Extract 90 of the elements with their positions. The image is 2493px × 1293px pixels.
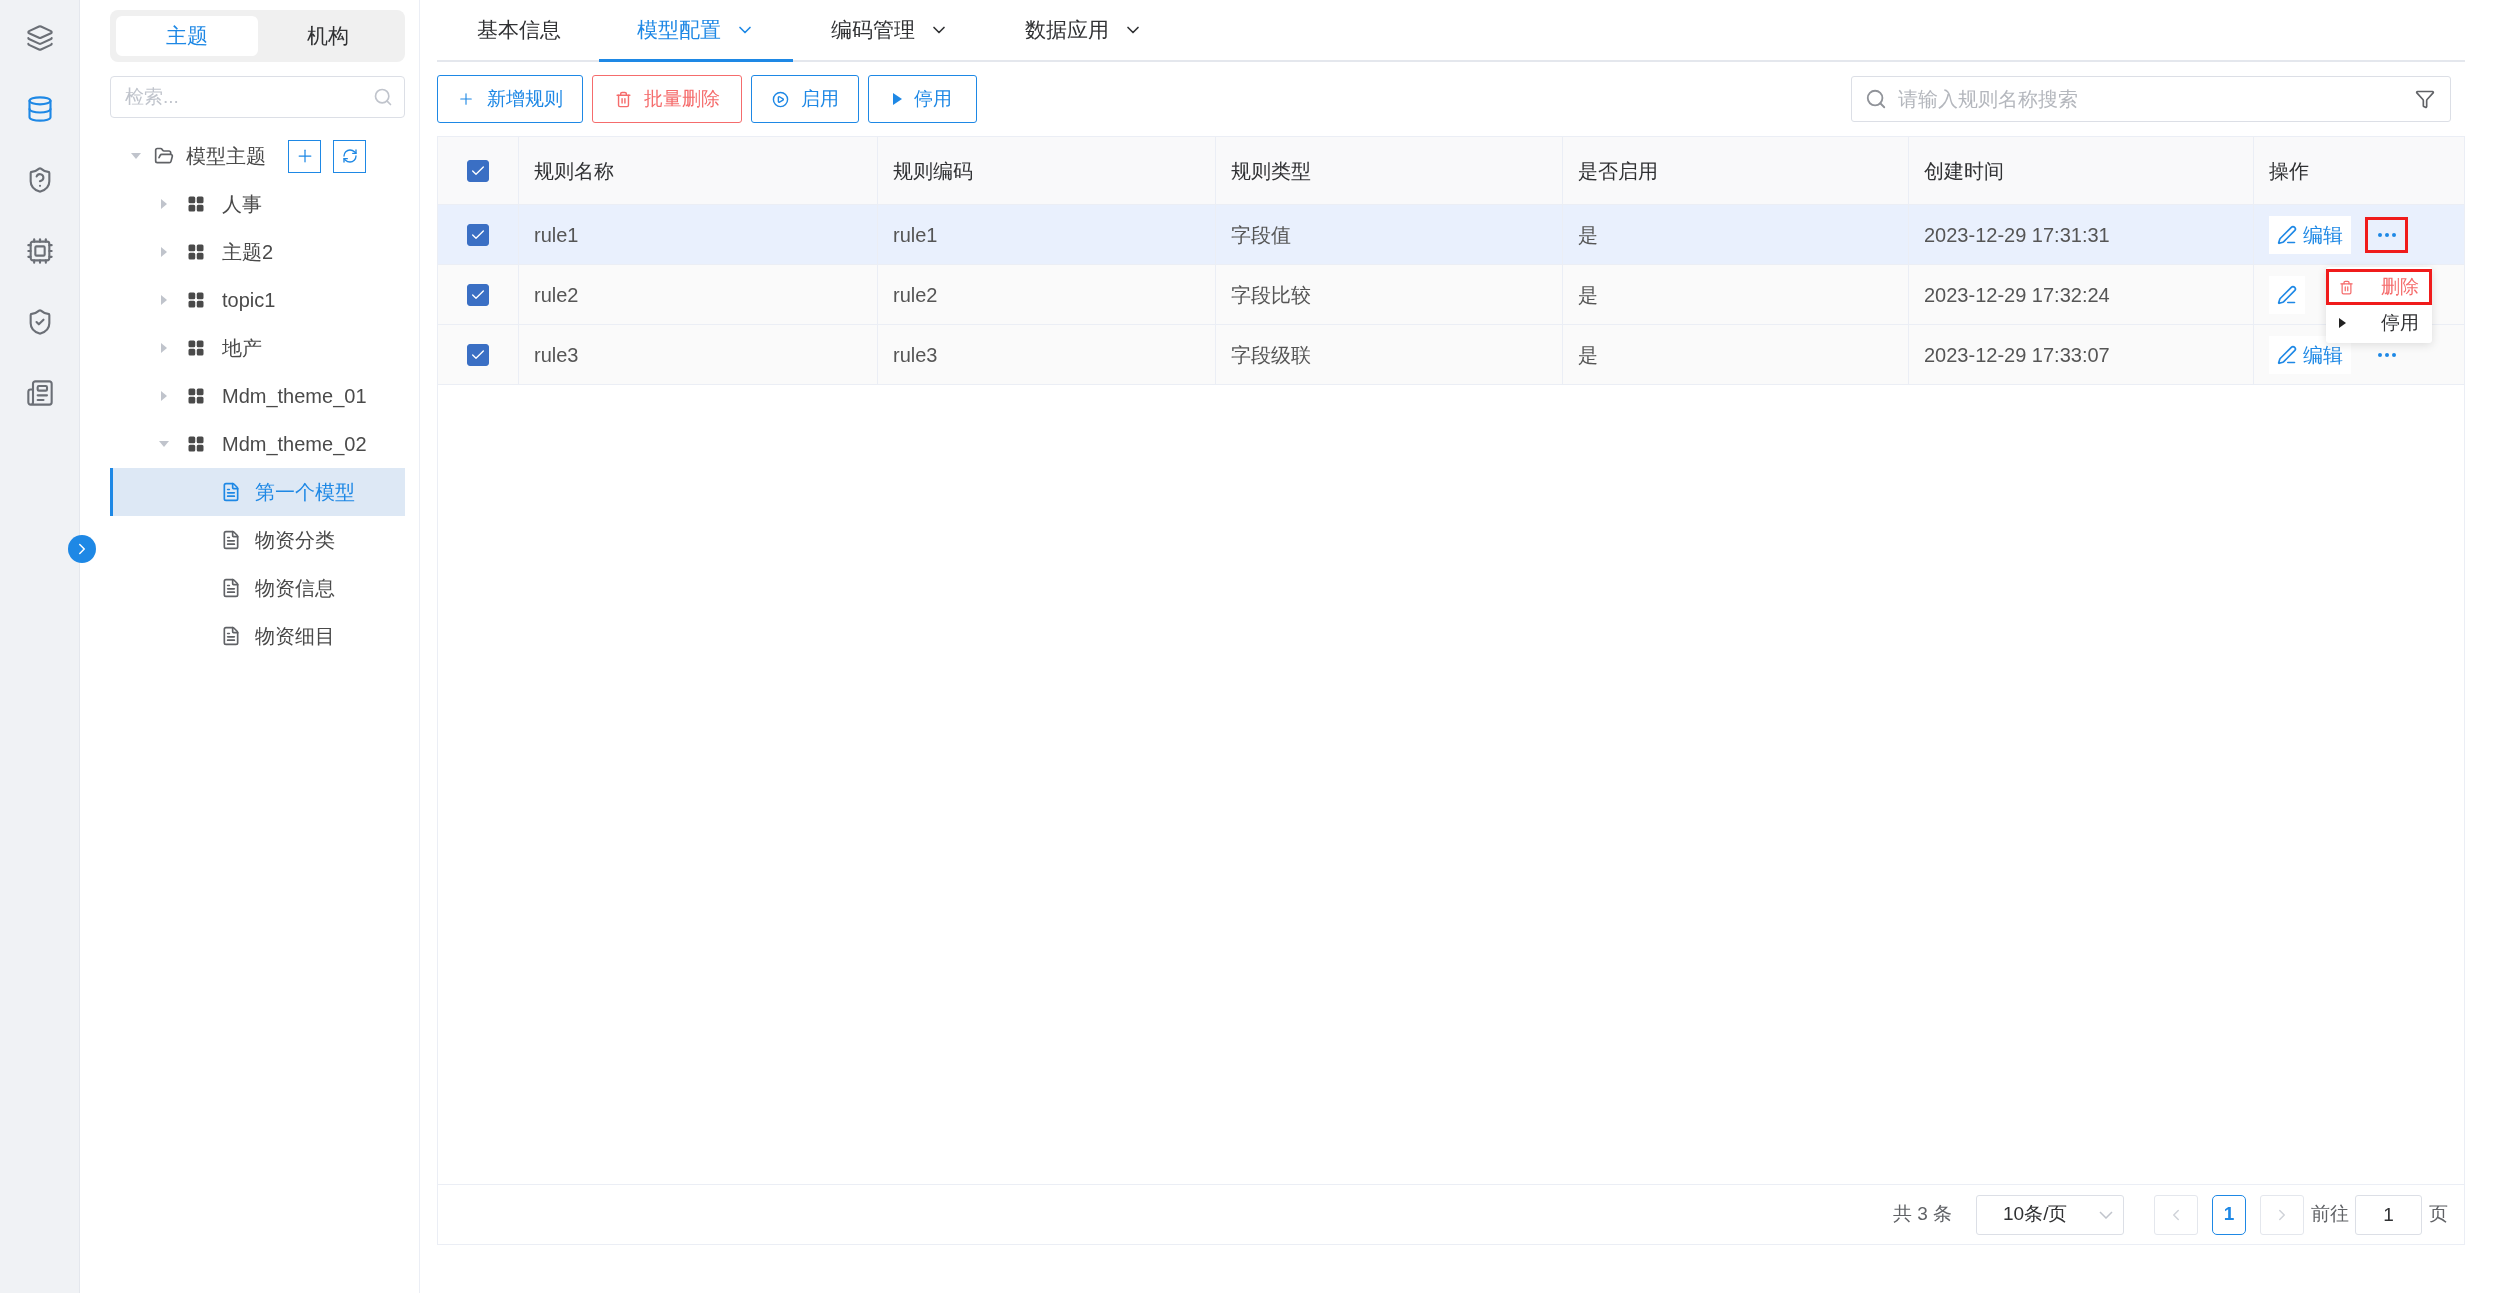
- refresh-button[interactable]: [333, 139, 366, 173]
- document-icon: [221, 530, 241, 550]
- document-icon: [221, 626, 241, 646]
- page-button[interactable]: 1: [2212, 1194, 2246, 1235]
- folder-icon: [154, 146, 174, 166]
- trash-icon: [2339, 279, 2354, 295]
- more-icon: [2377, 232, 2396, 237]
- grid-icon: [187, 291, 205, 309]
- column-header: 是否启用: [1578, 158, 1658, 184]
- table-cell-text: rule1: [534, 222, 579, 248]
- checkbox[interactable]: [467, 159, 489, 182]
- column-header: 规则类型: [1231, 158, 1311, 184]
- pencil-icon: [2277, 344, 2297, 365]
- document-icon[interactable]: [25, 379, 54, 407]
- grid-icon: [187, 435, 205, 453]
- column-header: 规则名称: [534, 158, 614, 184]
- disable-button[interactable]: 停用: [868, 75, 977, 123]
- chevron-down-icon: [2099, 1210, 2113, 1219]
- search-field[interactable]: 请输入规则名称搜索: [1851, 76, 2451, 122]
- segment-tab[interactable]: 主题: [116, 16, 258, 56]
- table-cell-text: 2023-12-29 17:32:24: [1924, 282, 2110, 308]
- table-cell-text: 字段值: [1231, 222, 1291, 248]
- tab[interactable]: 基本信息: [455, 0, 599, 62]
- checkbox[interactable]: [467, 283, 489, 306]
- table-cell-text: 是: [1578, 282, 1598, 308]
- document-icon: [221, 482, 241, 502]
- table-cell-text: rule3: [893, 342, 938, 368]
- column-header: 操作: [2269, 158, 2309, 184]
- tree-node-label[interactable]: 人事: [222, 189, 262, 219]
- grid-icon: [187, 195, 205, 213]
- pencil-icon: [2277, 284, 2297, 305]
- search-field[interactable]: 检索...: [110, 76, 405, 118]
- table-cell-text: 字段比较: [1231, 282, 1311, 308]
- goto-label: 前往: [2311, 1202, 2349, 1227]
- page-input[interactable]: 1: [2355, 1194, 2422, 1235]
- add-button[interactable]: [288, 139, 321, 173]
- expand-button[interactable]: [68, 535, 96, 563]
- segment-tab[interactable]: 机构: [257, 16, 399, 56]
- table-cell-text: 字段级联: [1231, 342, 1311, 368]
- checkbox[interactable]: [467, 343, 489, 366]
- more-button[interactable]: [2365, 216, 2408, 253]
- tab[interactable]: 编码管理: [793, 0, 987, 62]
- document-icon: [221, 578, 241, 598]
- table-cell-text: 是: [1578, 342, 1598, 368]
- edit-button[interactable]: [2269, 275, 2305, 314]
- column-header: 创建时间: [1924, 158, 2004, 184]
- tree-item[interactable]: 物资分类: [110, 516, 405, 564]
- table-cell-text: rule1: [893, 222, 938, 248]
- tree-node-label[interactable]: 地产: [222, 333, 262, 363]
- grid-icon: [187, 387, 205, 405]
- enable-button[interactable]: 启用: [751, 75, 859, 123]
- grid-icon: [187, 339, 205, 357]
- tree-item[interactable]: 物资信息: [110, 564, 405, 612]
- tree-node-label[interactable]: 模型主题: [186, 141, 266, 171]
- page-suffix: 页: [2429, 1202, 2448, 1227]
- chip-icon[interactable]: [25, 237, 54, 265]
- table-cell-text: 是: [1578, 222, 1598, 248]
- refresh-icon: [341, 148, 358, 164]
- database-icon[interactable]: [25, 95, 54, 123]
- table-cell-text: 2023-12-29 17:33:07: [1924, 342, 2110, 368]
- grid-icon: [187, 243, 205, 261]
- table-cell-text: 2023-12-29 17:31:31: [1924, 222, 2110, 248]
- trash-icon: [614, 90, 632, 108]
- tree-node-label[interactable]: Mdm_theme_01: [222, 381, 367, 411]
- add-rule-button[interactable]: 新增规则: [437, 75, 583, 123]
- edit-button[interactable]: 编辑: [2269, 215, 2351, 254]
- table-cell-text: rule2: [534, 282, 579, 308]
- page-size-select[interactable]: 10条/页: [1976, 1194, 2124, 1235]
- column-header: 规则编码: [893, 158, 973, 184]
- tree-item[interactable]: 物资细目: [110, 612, 405, 660]
- tab[interactable]: 数据应用: [987, 0, 1181, 62]
- layers-icon[interactable]: [25, 24, 54, 52]
- filter-icon[interactable]: [2415, 89, 2435, 109]
- play-icon: [771, 90, 789, 108]
- plus-icon: [457, 90, 475, 108]
- table-cell-text: rule2: [893, 282, 938, 308]
- checkbox[interactable]: [467, 223, 489, 246]
- tree-node-label[interactable]: Mdm_theme_02: [222, 429, 367, 459]
- table-cell-text: rule3: [534, 342, 579, 368]
- play-icon: [2339, 318, 2346, 328]
- search-icon: [1865, 88, 1887, 110]
- edit-button[interactable]: 编辑: [2269, 335, 2351, 374]
- pencil-icon: [2277, 224, 2297, 245]
- play-icon: [893, 93, 902, 105]
- tree-node-label[interactable]: topic1: [222, 285, 276, 315]
- more-icon: [2377, 352, 2396, 357]
- tab[interactable]: 模型配置: [599, 0, 793, 62]
- search-icon: [373, 87, 393, 107]
- total-count: 共 3 条: [1892, 1202, 1952, 1227]
- tree-node-label[interactable]: 主题2: [222, 237, 274, 267]
